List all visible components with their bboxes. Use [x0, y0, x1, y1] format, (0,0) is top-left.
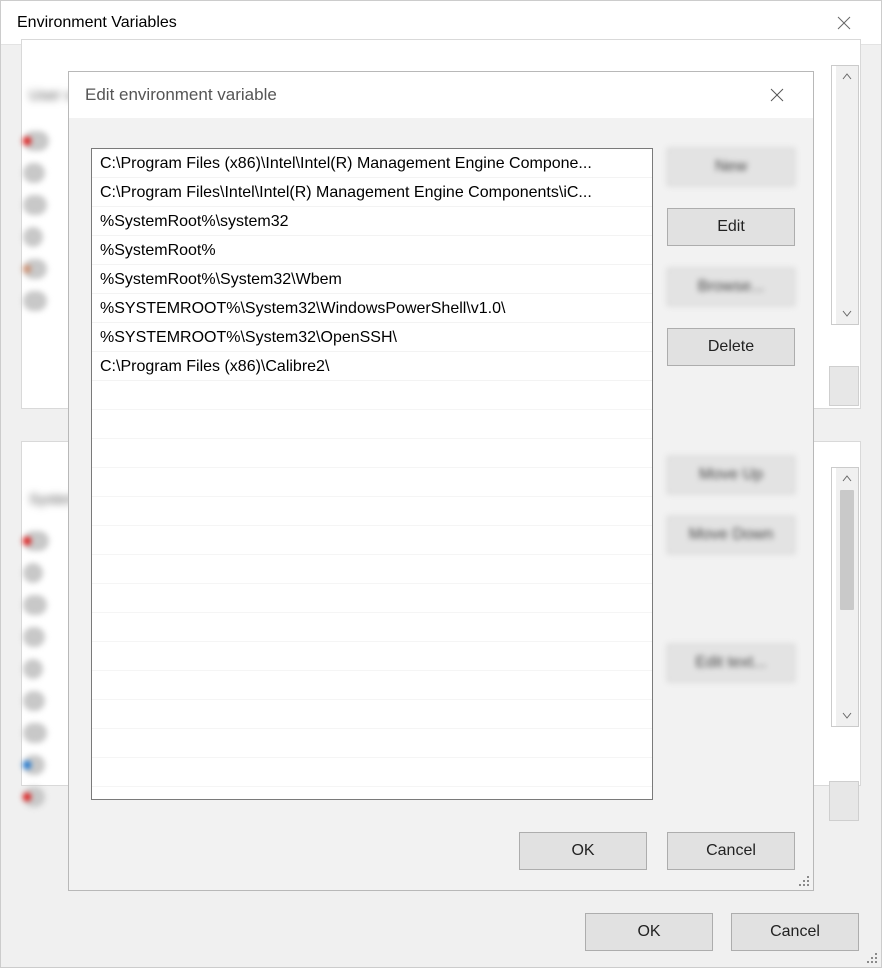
modal-body: C:\Program Files (x86)\Intel\Intel(R) Ma…: [69, 118, 813, 890]
path-entry[interactable]: C:\Program Files\Intel\Intel(R) Manageme…: [92, 178, 652, 207]
user-buttons-peek: [829, 366, 859, 406]
path-entry[interactable]: C:\Program Files (x86)\Intel\Intel(R) Ma…: [92, 149, 652, 178]
close-icon[interactable]: [819, 9, 869, 37]
path-entry[interactable]: %SYSTEMROOT%\System32\WindowsPowerShell\…: [92, 294, 652, 323]
scrollbar-thumb[interactable]: [840, 490, 854, 610]
scroll-down-icon[interactable]: [836, 302, 858, 324]
empty-row: [92, 526, 652, 555]
close-icon[interactable]: [753, 81, 801, 109]
empty-row: [92, 381, 652, 410]
empty-row: [92, 410, 652, 439]
system-buttons-peek: [829, 781, 859, 821]
empty-row: [92, 497, 652, 526]
path-entry[interactable]: %SYSTEMROOT%\System32\OpenSSH\: [92, 323, 652, 352]
resize-grip-icon[interactable]: [795, 872, 811, 888]
parent-actions: OK Cancel: [585, 913, 859, 951]
move-up-button[interactable]: Move Up: [667, 456, 795, 494]
empty-row: [92, 584, 652, 613]
empty-row: [92, 613, 652, 642]
path-list[interactable]: C:\Program Files (x86)\Intel\Intel(R) Ma…: [91, 148, 653, 800]
scroll-up-icon[interactable]: [836, 468, 858, 490]
empty-row: [92, 468, 652, 497]
empty-row: [92, 729, 652, 758]
scroll-down-icon[interactable]: [836, 704, 858, 726]
path-entry[interactable]: C:\Program Files (x86)\Calibre2\: [92, 352, 652, 381]
modal-title: Edit environment variable: [85, 85, 277, 105]
path-entry[interactable]: %SystemRoot%\System32\Wbem: [92, 265, 652, 294]
path-entry[interactable]: %SystemRoot%\system32: [92, 207, 652, 236]
parent-title: Environment Variables: [17, 14, 177, 32]
modal-titlebar: Edit environment variable: [69, 72, 813, 118]
user-list-smudge: [23, 131, 49, 311]
modal-actions: OK Cancel: [519, 832, 795, 870]
move-down-button[interactable]: Move Down: [667, 516, 795, 554]
parent-ok-button[interactable]: OK: [585, 913, 713, 951]
empty-row: [92, 671, 652, 700]
browse-button[interactable]: Browse...: [667, 268, 795, 306]
empty-row: [92, 758, 652, 787]
path-entry[interactable]: %SystemRoot%: [92, 236, 652, 265]
scroll-up-icon[interactable]: [836, 66, 858, 88]
edit-env-var-dialog: Edit environment variable C:\Program Fil…: [68, 71, 814, 891]
resize-grip-icon[interactable]: [863, 949, 879, 965]
user-listbox-edge: [831, 65, 859, 325]
empty-row: [92, 642, 652, 671]
system-listbox-edge: [831, 467, 859, 727]
parent-cancel-button[interactable]: Cancel: [731, 913, 859, 951]
new-button[interactable]: New: [667, 148, 795, 186]
edit-text-button[interactable]: Edit text...: [667, 644, 795, 682]
empty-row: [92, 439, 652, 468]
delete-button[interactable]: Delete: [667, 328, 795, 366]
system-list-smudge: [23, 531, 49, 807]
edit-button[interactable]: Edit: [667, 208, 795, 246]
modal-ok-button[interactable]: OK: [519, 832, 647, 870]
side-button-column: New Edit Browse... Delete Move Up Move D…: [667, 148, 795, 682]
empty-row: [92, 700, 652, 729]
modal-cancel-button[interactable]: Cancel: [667, 832, 795, 870]
empty-row: [92, 555, 652, 584]
